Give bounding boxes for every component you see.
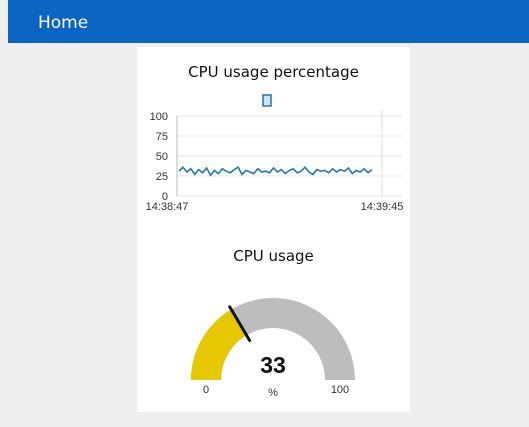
y-tick-label: 100 — [150, 111, 168, 123]
gauge-min-label: 0 — [203, 384, 209, 396]
cpu-line-chart: 100755025014:38:47 14:39:45 — [146, 94, 404, 213]
dashboard-panel: CPU usage percentage 100 75 50 25 0 14:38:47 1… — [137, 47, 410, 412]
line-chart-title: CPU usage percentage — [188, 63, 359, 81]
gauge-max-label: 100 — [331, 384, 349, 396]
cpu-gauge: 33% 0 100 — [191, 297, 355, 399]
top-bar: Home — [8, 0, 529, 43]
x-tick-label: 14:39:45 — [361, 201, 404, 213]
gauge-title: CPU usage — [233, 247, 314, 265]
x-tick-label: 14:38:47 — [146, 201, 189, 213]
series-line — [178, 166, 373, 177]
gauge-unit: % — [268, 387, 278, 399]
y-tick-label: 50 — [156, 151, 168, 163]
page-title: Home — [38, 13, 89, 33]
y-tick-label: 75 — [156, 131, 168, 143]
y-tick-label: 25 — [156, 171, 168, 183]
legend-swatch — [262, 94, 272, 107]
gauge-value: 33 — [260, 352, 286, 378]
